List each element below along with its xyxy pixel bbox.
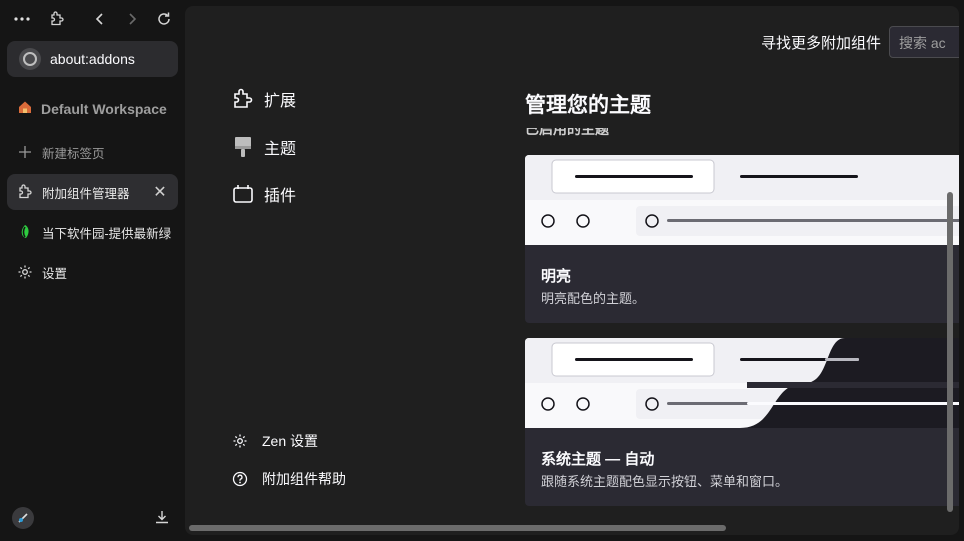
tab-label: 附加组件管理器 xyxy=(42,186,130,201)
theme-description: 跟随系统主题配色显示按钮、菜单和窗口。 xyxy=(541,474,789,489)
tab-label: 新建标签页 xyxy=(42,146,105,161)
category-label: 扩展 xyxy=(264,93,297,110)
sidebar-toolbar xyxy=(8,7,177,31)
category-label: 主题 xyxy=(264,141,297,158)
brush-icon xyxy=(231,135,255,159)
back-icon[interactable] xyxy=(88,7,112,31)
new-tab-button[interactable]: 新建标签页 xyxy=(7,134,178,170)
link-label: Zen 设置 xyxy=(262,433,319,449)
addons-page: 寻找更多附加组件 搜索 ac 扩展 主题 插件 Zen 设置 附加组件帮助 管理… xyxy=(185,6,959,535)
theme-preview-system xyxy=(525,338,959,428)
category-themes[interactable]: 主题 xyxy=(231,135,296,159)
reload-icon[interactable] xyxy=(152,7,176,31)
workspace-name: Default Workspace xyxy=(41,100,167,117)
downloads-icon[interactable] xyxy=(151,506,173,528)
url-text: about:addons xyxy=(50,51,135,67)
gear-icon xyxy=(16,264,34,280)
help-icon xyxy=(232,471,248,487)
menu-dots-icon[interactable] xyxy=(10,7,34,31)
gear-icon xyxy=(232,433,248,449)
link-label: 附加组件帮助 xyxy=(262,471,346,487)
url-bar[interactable]: about:addons xyxy=(7,41,178,77)
plus-icon xyxy=(16,145,34,159)
home-icon xyxy=(18,100,34,117)
puzzle-icon xyxy=(16,184,34,200)
site-identity-icon[interactable] xyxy=(19,48,41,70)
theme-card-system-auto[interactable]: 系统主题 — 自动 跟随系统主题配色显示按钮、菜单和窗口。 xyxy=(525,338,959,506)
close-icon[interactable]: ✕ xyxy=(150,182,170,202)
forward-icon[interactable] xyxy=(120,7,144,31)
puzzle-icon xyxy=(231,87,255,111)
tab-downxia[interactable]: 当下软件园-提供最新绿 xyxy=(7,214,178,250)
theme-preview-light xyxy=(525,155,959,245)
theme-title: 明亮 xyxy=(541,268,572,285)
tab-addons-manager[interactable]: 附加组件管理器 ✕ xyxy=(7,174,178,210)
tab-label: 设置 xyxy=(42,266,68,281)
site-logo-icon xyxy=(16,224,34,240)
page-title: 管理您的主题 xyxy=(525,94,651,117)
theme-title: 系统主题 — 自动 xyxy=(541,451,655,468)
category-plugins[interactable]: 插件 xyxy=(231,182,296,206)
addons-search-input[interactable]: 搜索 ac xyxy=(889,26,959,58)
addons-help-link[interactable]: 附加组件帮助 xyxy=(232,469,346,489)
category-extensions[interactable]: 扩展 xyxy=(231,87,296,111)
zen-settings-link[interactable]: Zen 设置 xyxy=(232,431,318,451)
find-more-addons-label: 寻找更多附加组件 xyxy=(761,35,882,52)
section-heading-partial: 已启用的主题 xyxy=(525,128,609,137)
theme-card-light[interactable]: 明亮 明亮配色的主题。 xyxy=(525,155,959,323)
category-label: 插件 xyxy=(264,188,297,205)
tab-label: 当下软件园-提供最新绿 xyxy=(42,226,172,241)
vertical-scrollbar[interactable] xyxy=(947,192,953,512)
theme-description: 明亮配色的主题。 xyxy=(541,291,646,306)
extensions-icon[interactable] xyxy=(45,7,69,31)
tab-settings[interactable]: 设置 xyxy=(7,254,178,290)
sidebar: about:addons Default Workspace 新建标签页 附加组… xyxy=(0,0,185,541)
workspace-indicator[interactable]: Default Workspace xyxy=(18,100,167,117)
horizontal-scrollbar[interactable] xyxy=(189,525,726,531)
plugin-icon xyxy=(231,182,255,206)
theme-picker-icon[interactable] xyxy=(12,507,34,529)
